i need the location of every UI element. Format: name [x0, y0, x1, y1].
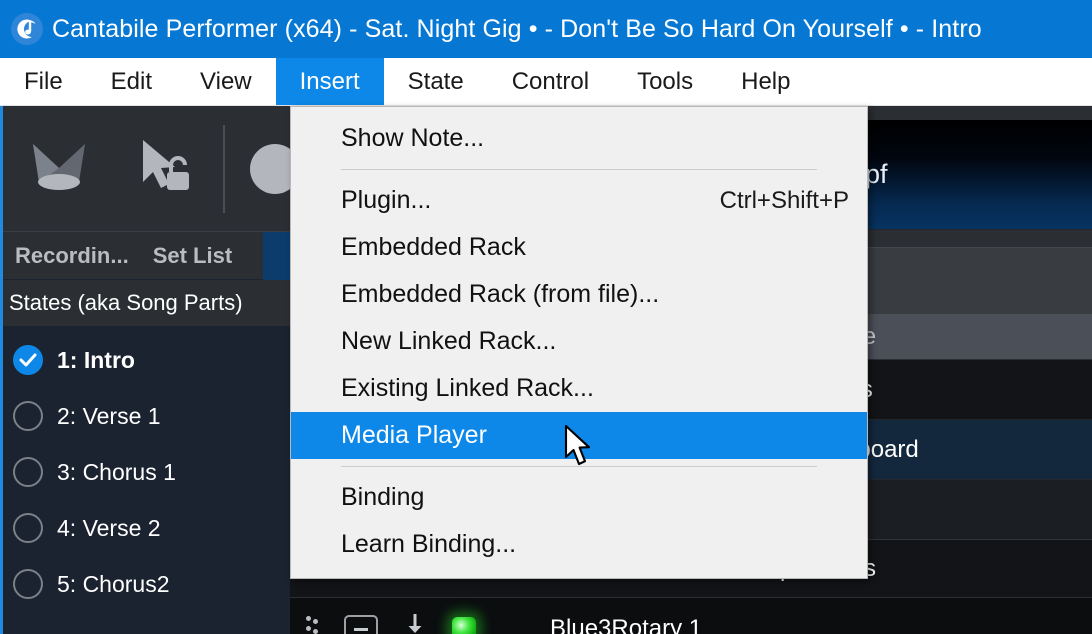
cursor-unlock-icon[interactable]: [131, 134, 197, 204]
window-title: Cantabile Performer (x64) - Sat. Night G…: [52, 15, 982, 43]
minus-button-icon[interactable]: [344, 615, 378, 634]
download-arrow-icon[interactable]: [404, 611, 426, 634]
tab-recordings[interactable]: Recordin...: [3, 243, 141, 269]
menu-control[interactable]: Control: [488, 58, 613, 105]
state-label: 3: Chorus 1: [57, 458, 176, 485]
state-item-2[interactable]: 2: Verse 1: [3, 388, 290, 444]
radio-icon[interactable]: [13, 569, 43, 599]
radio-icon[interactable]: [13, 513, 43, 543]
state-label: 5: Chorus2: [57, 570, 170, 597]
menu-separator: [341, 466, 817, 467]
rotary-label: Blue3Rotary 1: [550, 615, 703, 634]
state-item-4[interactable]: 4: Verse 2: [3, 500, 290, 556]
tab-set-list[interactable]: Set List: [141, 243, 244, 269]
menu-item-media-player[interactable]: Media Player: [291, 412, 867, 459]
panel-tab-strip: Recordin... Set List: [3, 232, 290, 280]
tab-selected-indicator[interactable]: [263, 232, 290, 280]
stage-light-icon[interactable]: [25, 134, 93, 204]
check-icon[interactable]: [13, 345, 43, 375]
menu-item-binding[interactable]: Binding: [291, 474, 867, 521]
menu-tools[interactable]: Tools: [613, 58, 717, 105]
menu-item-show-note[interactable]: Show Note...: [291, 115, 867, 162]
circle-icon[interactable]: [247, 141, 290, 197]
menu-file[interactable]: File: [0, 58, 87, 105]
state-label: 4: Verse 2: [57, 514, 161, 541]
song-toolbar: [3, 106, 290, 232]
rotary-row-icons: [290, 611, 550, 634]
menu-bar: File Edit View Insert State Control Tool…: [0, 58, 1092, 106]
menu-item-plugin-shortcut: Ctrl+Shift+P: [719, 186, 849, 214]
menu-item-learn-binding[interactable]: Learn Binding...: [291, 521, 867, 568]
radio-icon[interactable]: [13, 457, 43, 487]
insert-dropdown-menu: Show Note... Plugin... Ctrl+Shift+P Embe…: [290, 106, 868, 579]
cantabile-app-icon: [10, 12, 44, 46]
song-panel: Recordin... Set List States (aka Song Pa…: [0, 106, 290, 634]
menu-help[interactable]: Help: [717, 58, 814, 105]
row-blue3rotary[interactable]: Blue3Rotary 1: [290, 598, 1092, 634]
menu-edit[interactable]: Edit: [87, 58, 176, 105]
menu-state[interactable]: State: [384, 58, 488, 105]
led-indicator-icon[interactable]: [452, 617, 476, 634]
states-header: States (aka Song Parts): [3, 280, 290, 326]
menu-separator: [341, 169, 817, 170]
menu-insert[interactable]: Insert: [275, 58, 384, 105]
radio-icon[interactable]: [13, 401, 43, 431]
menu-view[interactable]: View: [176, 58, 276, 105]
menu-item-embedded-rack-from-file[interactable]: Embedded Rack (from file)...: [291, 271, 867, 318]
menu-item-plugin[interactable]: Plugin... Ctrl+Shift+P: [291, 177, 867, 224]
menu-item-existing-linked-rack[interactable]: Existing Linked Rack...: [291, 365, 867, 412]
state-label: 2: Verse 1: [57, 402, 161, 429]
menu-item-new-linked-rack[interactable]: New Linked Rack...: [291, 318, 867, 365]
state-item-1[interactable]: 1: Intro: [3, 332, 290, 388]
menu-item-plugin-label: Plugin...: [341, 186, 432, 214]
title-bar: Cantabile Performer (x64) - Sat. Night G…: [0, 0, 1092, 58]
state-item-5[interactable]: 5: Chorus2: [3, 556, 290, 612]
states-list: 1: Intro 2: Verse 1 3: Chorus 1 4: Verse…: [3, 326, 290, 612]
state-item-3[interactable]: 3: Chorus 1: [3, 444, 290, 500]
drag-handle-icon[interactable]: [306, 614, 318, 634]
state-label: 1: Intro: [57, 346, 135, 373]
menu-item-embedded-rack[interactable]: Embedded Rack: [291, 224, 867, 271]
toolbar-divider: [223, 124, 225, 213]
